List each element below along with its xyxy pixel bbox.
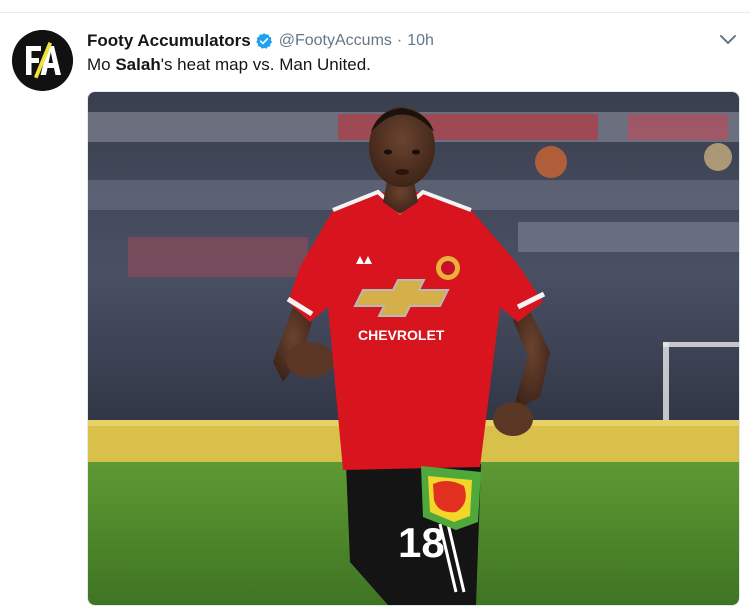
top-divider: [0, 12, 750, 13]
tweet-text-end: 's heat map vs. Man United.: [160, 55, 371, 74]
tweet-header: Footy Accumulators @FootyAccums · 10h: [87, 30, 434, 52]
tweet-media-photo[interactable]: 18 CHEVROLET: [87, 91, 740, 606]
footy-accumulators-logo: [12, 30, 73, 91]
tweet-text-bold: Salah: [115, 55, 161, 74]
player-photo: 18 CHEVROLET: [88, 92, 739, 605]
verified-badge-icon: [255, 32, 273, 50]
avatar[interactable]: [12, 30, 73, 91]
tweet-text-start: Mo: [87, 55, 116, 74]
chevron-down-icon[interactable]: [718, 33, 738, 47]
sponsor-text: CHEVROLET: [358, 327, 445, 343]
separator-dot: ·: [396, 32, 403, 49]
tweet-text: Mo Salah's heat map vs. Man United.: [87, 55, 371, 75]
tweet-timestamp[interactable]: 10h: [407, 32, 434, 50]
author-name[interactable]: Footy Accumulators: [87, 31, 251, 51]
author-handle[interactable]: @FootyAccums: [279, 32, 392, 50]
shirt-number: 18: [398, 519, 445, 566]
